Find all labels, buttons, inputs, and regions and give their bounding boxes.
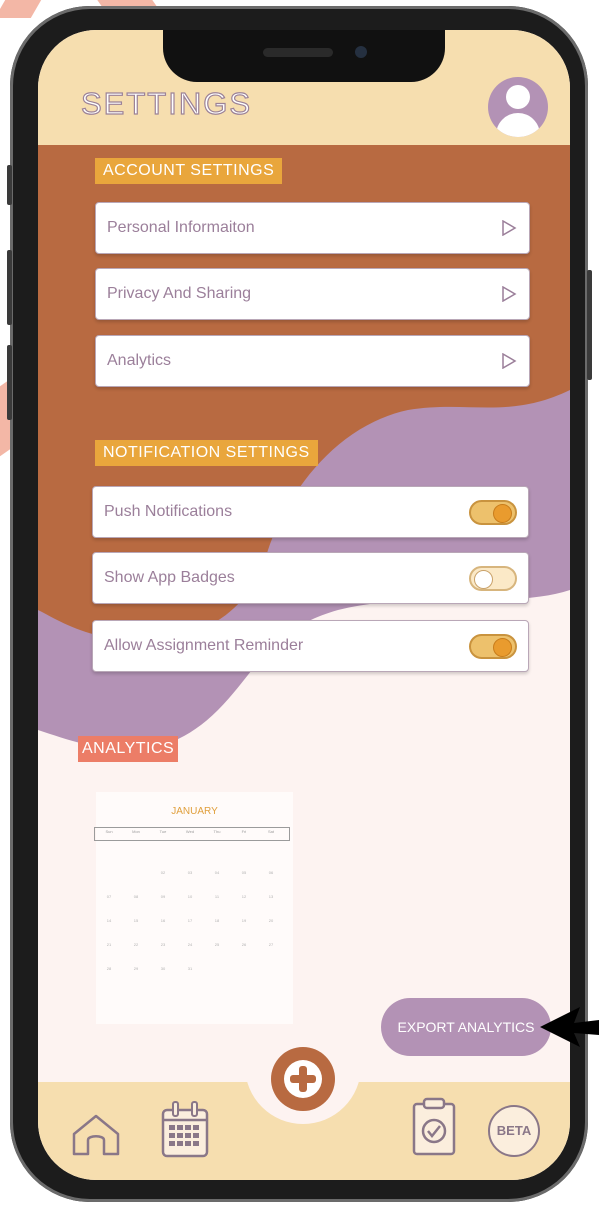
phone-side-button <box>7 345 12 420</box>
clipboard-check-icon[interactable] <box>411 1096 457 1158</box>
toggle-knob <box>474 570 493 589</box>
phone-side-button <box>7 250 12 325</box>
push-notifications-toggle[interactable] <box>469 500 517 525</box>
calendar-date[interactable]: 23 <box>152 942 174 947</box>
phone-side-button <box>7 165 12 205</box>
calendar-date[interactable]: 09 <box>152 894 174 899</box>
calendar-date[interactable]: 10 <box>179 894 201 899</box>
analytics-calendar: JANUARY Sun Mon Tue Wed Thu Fri Sat 02 03 04 05 06 0… <box>94 792 293 1024</box>
chevron-right-icon <box>502 220 517 236</box>
calendar-date[interactable]: 17 <box>179 918 201 923</box>
notification-settings-label: NOTIFICATION SETTINGS <box>95 440 318 466</box>
assignment-reminder-row: Allow Assignment Reminder <box>92 620 529 672</box>
calendar-weekday: Tue <box>159 829 167 834</box>
calendar-date[interactable]: 03 <box>179 870 201 875</box>
calendar-date[interactable]: 28 <box>98 966 120 971</box>
page-title: SETTINGS <box>80 85 253 121</box>
calendar-date[interactable]: 11 <box>206 894 228 899</box>
chevron-right-icon <box>502 353 517 369</box>
calendar-date[interactable]: 27 <box>260 942 282 947</box>
front-camera <box>355 46 367 58</box>
push-notifications-row: Push Notifications <box>92 486 529 538</box>
calendar-date[interactable]: 08 <box>125 894 147 899</box>
phone-side-button <box>587 270 592 380</box>
calendar-weekday: Thu <box>213 829 221 834</box>
phone-notch <box>163 30 445 82</box>
calendar-date[interactable]: 22 <box>125 942 147 947</box>
calendar-date[interactable]: 02 <box>152 870 174 875</box>
calendar-date[interactable]: 06 <box>260 870 282 875</box>
calendar-date[interactable]: 13 <box>260 894 282 899</box>
toggle-knob <box>493 504 512 523</box>
row-label: Show App Badges <box>104 569 235 586</box>
calendar-icon[interactable] <box>160 1100 210 1160</box>
background-stripe <box>0 0 42 18</box>
calendar-date[interactable]: 29 <box>125 966 147 971</box>
avatar-body <box>496 113 540 137</box>
calendar-date[interactable]: 14 <box>98 918 120 923</box>
personal-information-row[interactable]: Personal Informaiton <box>95 202 530 254</box>
add-button[interactable] <box>271 1047 335 1111</box>
avatar-head <box>506 85 530 109</box>
row-label: Personal Informaiton <box>107 219 255 236</box>
assignment-reminder-toggle[interactable] <box>469 634 517 659</box>
calendar-date[interactable]: 16 <box>152 918 174 923</box>
calendar-date[interactable]: 20 <box>260 918 282 923</box>
export-analytics-button[interactable]: EXPORT ANALYTICS <box>381 998 551 1056</box>
pointer-arrow-icon <box>540 1007 599 1047</box>
show-app-badges-row: Show App Badges <box>92 552 529 604</box>
calendar-date[interactable]: 21 <box>98 942 120 947</box>
calendar-date[interactable]: 31 <box>179 966 201 971</box>
calendar-date[interactable]: 18 <box>206 918 228 923</box>
calendar-date[interactable]: 19 <box>233 918 255 923</box>
row-label: Privacy And Sharing <box>107 285 252 302</box>
row-label: Push Notifications <box>104 503 233 520</box>
calendar-date[interactable]: 12 <box>233 894 255 899</box>
speaker-grille <box>263 48 333 57</box>
beta-button[interactable]: BETA <box>488 1105 540 1157</box>
show-app-badges-toggle[interactable] <box>469 566 517 591</box>
toggle-knob <box>493 638 512 657</box>
calendar-date[interactable]: 05 <box>233 870 255 875</box>
row-label: Allow Assignment Reminder <box>104 637 304 654</box>
privacy-and-sharing-row[interactable]: Privacy And Sharing <box>95 268 530 320</box>
calendar-weekday: Mon <box>132 829 140 834</box>
calendar-weekday: Sun <box>105 829 113 834</box>
user-avatar-icon[interactable] <box>488 77 548 137</box>
row-label: Analytics <box>107 352 172 369</box>
calendar-date[interactable]: 30 <box>152 966 174 971</box>
app-screen: SETTINGS ACCOUNT SETTINGS Personal Infor… <box>38 30 570 1180</box>
calendar-weekday: Fri <box>241 829 247 834</box>
calendar-month: JANUARY <box>171 806 218 817</box>
calendar-date[interactable]: 26 <box>233 942 255 947</box>
chevron-right-icon <box>502 286 517 302</box>
calendar-date[interactable]: 04 <box>206 870 228 875</box>
calendar-weekday: Sat <box>267 829 274 834</box>
plus-icon <box>299 1066 307 1092</box>
calendar-date[interactable]: 24 <box>179 942 201 947</box>
analytics-section-label: ANALYTICS <box>78 736 179 762</box>
calendar-date[interactable]: 15 <box>125 918 147 923</box>
account-settings-label: ACCOUNT SETTINGS <box>95 158 283 184</box>
calendar-weekday: Wed <box>185 829 195 834</box>
home-icon[interactable] <box>70 1112 122 1158</box>
calendar-date[interactable]: 25 <box>206 942 228 947</box>
calendar-date[interactable]: 07 <box>98 894 120 899</box>
analytics-row[interactable]: Analytics <box>95 335 530 387</box>
